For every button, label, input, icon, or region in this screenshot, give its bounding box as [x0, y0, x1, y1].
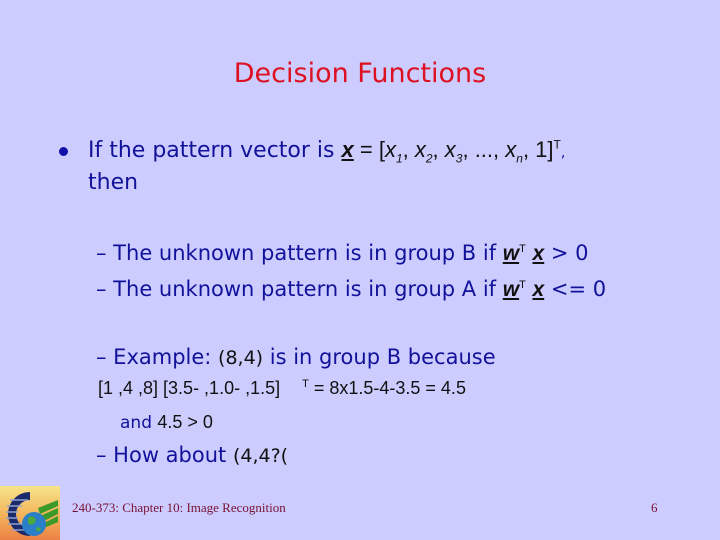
x2: x: [414, 137, 426, 162]
question-label: – How about: [96, 443, 233, 467]
xn: x: [505, 137, 517, 162]
calc-vectors: [1 ,4 ,8] [3.5- ,1.0- ,1.5]: [98, 378, 281, 398]
transpose-sup: T: [553, 137, 561, 152]
ellipsis: , ...,: [462, 137, 506, 162]
condition: <= 0: [544, 277, 607, 301]
footer-course-title: 240-373: Chapter 10: Image Recognition: [72, 500, 286, 515]
sub-item-text: – The unknown pattern is in group A if: [96, 277, 503, 301]
example-calculation: [1 ,4 ,8] [3.5- ,1.0- ,1.5] T = 8x1.5-4-3…: [98, 378, 466, 399]
condition: > 0: [544, 241, 589, 265]
calc-result: = 8x1.5-4-3.5 = 4.5: [308, 378, 466, 398]
bullet-dot-icon: [59, 147, 68, 156]
and-value: 4.5 > 0: [157, 412, 213, 432]
comma: ,: [560, 145, 566, 161]
example-point: (8,4): [218, 347, 264, 369]
transpose-sup: T: [519, 279, 526, 291]
calc-transpose-sup: T: [302, 378, 309, 390]
question-point: (4,4?(: [232, 445, 289, 467]
vector-w: w: [502, 242, 520, 265]
and-label: and: [120, 413, 158, 433]
sub-item-question: – How about (4,4?(: [96, 443, 288, 467]
x2-subscript: 2: [425, 151, 433, 166]
bullet-then: then: [88, 170, 139, 195]
example-conclusion: and 4.5 > 0: [120, 412, 213, 433]
vector-x: x: [532, 242, 545, 265]
example-suffix: is in group B because: [263, 345, 496, 369]
vector-tail: , 1]: [522, 137, 554, 162]
example-label: – Example:: [96, 345, 219, 369]
x1-subscript: 1: [395, 151, 403, 166]
xn-subscript: n: [516, 151, 523, 166]
bullet-pattern-vector: If the pattern vector is x = [x1, x2, x3…: [88, 137, 566, 166]
x1: x: [384, 137, 396, 162]
bullet-text: If the pattern vector is: [88, 138, 342, 163]
page-number: 6: [651, 500, 658, 515]
sub-item-example: – Example: (8,4) is in group B because: [96, 345, 496, 369]
equals-bracket: = [: [353, 137, 385, 162]
vector-x: x: [532, 278, 545, 301]
university-globe-logo-icon: [0, 486, 60, 540]
x3: x: [444, 137, 456, 162]
transpose-sup: T: [519, 243, 526, 255]
slide-title: Decision Functions: [233, 58, 487, 89]
sub-item-group-b: – The unknown pattern is in group B if w…: [96, 241, 589, 266]
sub-item-group-a: – The unknown pattern is in group A if w…: [96, 277, 606, 302]
sub-item-text: – The unknown pattern is in group B if: [96, 241, 503, 265]
vector-x: x: [341, 137, 354, 162]
vector-w: w: [502, 278, 520, 301]
